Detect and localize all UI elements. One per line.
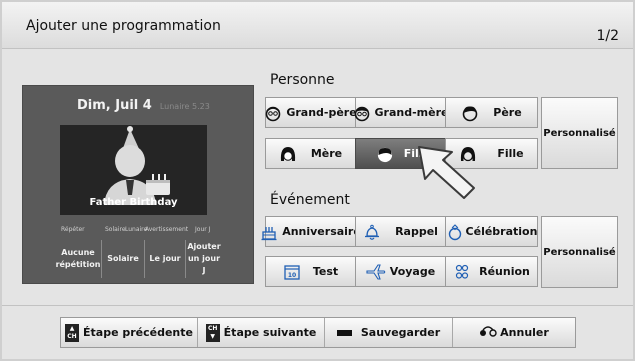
person-button-grandfather[interactable]: Grand-père — [264, 97, 357, 128]
ring-icon — [446, 223, 464, 241]
event-title: Father Birthday — [89, 197, 178, 208]
repeat-option[interactable]: Aucune répétition — [55, 240, 102, 278]
grandfather-face-icon — [264, 104, 282, 122]
mother-face-icon — [279, 145, 297, 163]
footer-toolbar: ▲ CH Étape précédente CH ▼ Étape suivante … — [60, 317, 576, 348]
event-button-celebration[interactable]: Célébration — [445, 216, 538, 247]
option-label: Solaire — [105, 226, 126, 233]
channel-down-key-icon: CH ▼ — [205, 323, 220, 342]
option-label: Répéter — [61, 226, 85, 233]
person-button-mother[interactable]: Mère — [265, 138, 356, 169]
person-custom-button[interactable]: Personnalisé — [541, 97, 618, 169]
lunar-date: Lunaire 5.23 — [159, 102, 210, 111]
pointer-cursor-icon — [418, 146, 475, 199]
event-button-anniversary[interactable]: Anniversaire — [261, 216, 361, 247]
svg-text:10: 10 — [288, 272, 296, 279]
son-face-icon — [376, 145, 394, 163]
previous-step-button[interactable]: ▲ CH Étape précédente — [61, 318, 198, 347]
event-button-test[interactable]: 10 Test — [265, 256, 356, 287]
grandmother-face-icon — [353, 104, 371, 122]
channel-up-key-icon: ▲ CH — [65, 323, 79, 342]
people-icon — [453, 263, 471, 281]
preview-date: Dim, Juil 4 Lunaire 5.23 — [77, 98, 210, 113]
dialog-title: Ajouter une programmation — [26, 18, 221, 34]
calendar-icon: 10 — [283, 263, 301, 281]
event-button-reminder[interactable]: Rappel — [355, 216, 446, 247]
cancel-button[interactable]: Annuler — [453, 318, 575, 347]
next-step-button[interactable]: CH ▼ Étape suivante — [198, 318, 325, 347]
option-values: Aucune répétition Solaire Le jour Ajoute… — [55, 240, 222, 278]
option-label: Lunaire — [125, 226, 148, 233]
plane-icon — [366, 263, 386, 281]
save-button[interactable]: Sauvegarder — [325, 318, 453, 347]
schedule-preview-panel: Dim, Juil 4Lunaire 5.23 Father Birthday — [22, 85, 254, 284]
bell-icon — [363, 223, 381, 241]
person-button-father[interactable]: Père — [445, 97, 538, 128]
event-heading: Événement — [270, 192, 350, 208]
event-button-meeting[interactable]: Réunion — [445, 256, 538, 287]
option-labels: Répéter Solaire Lunaire Avertissement Jo… — [23, 226, 253, 238]
event-custom-button[interactable]: Personnalisé — [541, 216, 618, 288]
dialog-header: Ajouter une programmation 1/2 — [2, 2, 633, 49]
alert-option[interactable]: Le jour — [145, 240, 186, 278]
back-icon — [479, 325, 497, 340]
event-button-travel[interactable]: Voyage — [355, 256, 446, 287]
red-key-icon — [336, 329, 352, 336]
father-face-icon — [461, 104, 479, 122]
option-label: Jour J — [195, 226, 211, 233]
dialog-window: Ajouter une programmation 1/2 Dim, Juil … — [0, 0, 635, 361]
preview-photo: Father Birthday — [60, 125, 207, 215]
footer-divider — [2, 305, 633, 306]
person-heading: Personne — [270, 72, 335, 88]
page-indicator: 1/2 — [596, 28, 619, 44]
dday-option[interactable]: Ajouter un jour J — [186, 240, 222, 278]
person-button-grandmother[interactable]: Grand-mère — [353, 97, 448, 128]
calendar-option[interactable]: Solaire — [102, 240, 145, 278]
cake-icon — [260, 223, 278, 241]
option-label: Avertissement — [145, 226, 189, 233]
